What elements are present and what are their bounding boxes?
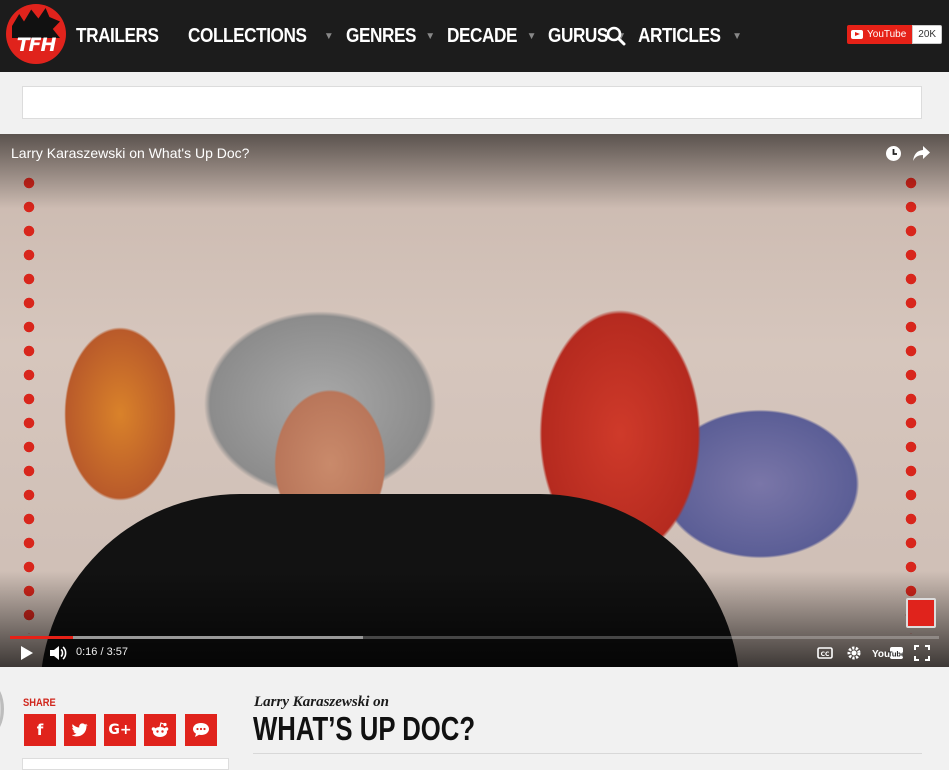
share-twitter-button[interactable]: [64, 714, 96, 746]
share-comment-button[interactable]: [185, 714, 217, 746]
fullscreen-icon[interactable]: [914, 644, 930, 662]
ad-banner-slot: [22, 86, 922, 119]
menu-label: DECADE: [447, 24, 518, 47]
search-icon[interactable]: [606, 26, 626, 46]
share-icon[interactable]: [913, 145, 931, 162]
settings-icon[interactable]: [846, 644, 862, 662]
progress-bar[interactable]: [10, 636, 939, 639]
time-display: 0:16 / 3:57: [76, 646, 128, 658]
svg-text:Tube: Tube: [888, 650, 903, 659]
top-nav: TFH TRAILERS COLLECTIONS ▼ GENRES ▼ DECA…: [0, 0, 949, 72]
share-google-plus-button[interactable]: G+: [104, 714, 136, 746]
menu-item-collections[interactable]: COLLECTIONS ▼: [188, 25, 334, 48]
played-bar: [10, 636, 74, 639]
caret-down-icon: ▼: [732, 30, 743, 42]
watch-later-icon[interactable]: [885, 145, 902, 162]
google-plus-icon: G+: [108, 722, 132, 738]
menu-item-genres[interactable]: GENRES ▼: [346, 25, 435, 48]
twitter-icon: [72, 723, 88, 737]
article-kicker: Larry Karaszewski on: [254, 694, 390, 710]
share-label: SHARE: [23, 697, 56, 709]
volume-icon[interactable]: [49, 644, 67, 662]
captions-icon[interactable]: CC: [817, 644, 833, 662]
reddit-icon: [151, 722, 169, 737]
caret-down-icon: ▼: [323, 30, 334, 42]
youtube-icon: [851, 30, 863, 39]
video-title[interactable]: Larry Karaszewski on What's Up Doc?: [11, 145, 249, 161]
facebook-icon: f: [36, 721, 44, 739]
menu-item-decade[interactable]: DECADE ▼: [447, 25, 536, 48]
caret-down-icon: ▼: [526, 30, 537, 42]
menu-label: ARTICLES: [638, 24, 721, 47]
menu-label: GENRES: [345, 24, 416, 47]
logo-text: TFH: [16, 34, 57, 56]
youtube-logo[interactable]: You Tube: [872, 644, 903, 662]
play-icon[interactable]: [20, 644, 34, 662]
article-headline: WHAT’S UP DOC?: [253, 710, 476, 747]
menu-item-trailers[interactable]: TRAILERS: [76, 25, 172, 48]
menu-label: TRAILERS: [76, 24, 159, 47]
svg-text:CC: CC: [821, 651, 830, 658]
sidebar-widget: [22, 758, 229, 770]
channel-watermark[interactable]: [906, 598, 936, 628]
menu-label: COLLECTIONS: [188, 24, 307, 47]
menu-item-articles[interactable]: ARTICLES ▼: [638, 25, 742, 48]
main-menu: TRAILERS COLLECTIONS ▼ GENRES ▼ DECADE ▼…: [76, 0, 754, 72]
menu-label: GURUS: [548, 24, 609, 47]
youtube-subscribe-button[interactable]: YouTube 20K: [847, 25, 943, 44]
divider: [253, 753, 922, 754]
author-avatar[interactable]: [0, 685, 4, 733]
subscriber-count: 20K: [912, 25, 943, 44]
youtube-label: YouTube: [867, 29, 907, 40]
share-facebook-button[interactable]: f: [24, 714, 56, 746]
video-player[interactable]: Larry Karaszewski on What's Up Doc? 0:16…: [0, 134, 949, 667]
comment-icon: [193, 723, 209, 737]
caret-down-icon: ▼: [425, 30, 436, 42]
site-logo[interactable]: TFH: [6, 4, 66, 64]
share-reddit-button[interactable]: [144, 714, 176, 746]
